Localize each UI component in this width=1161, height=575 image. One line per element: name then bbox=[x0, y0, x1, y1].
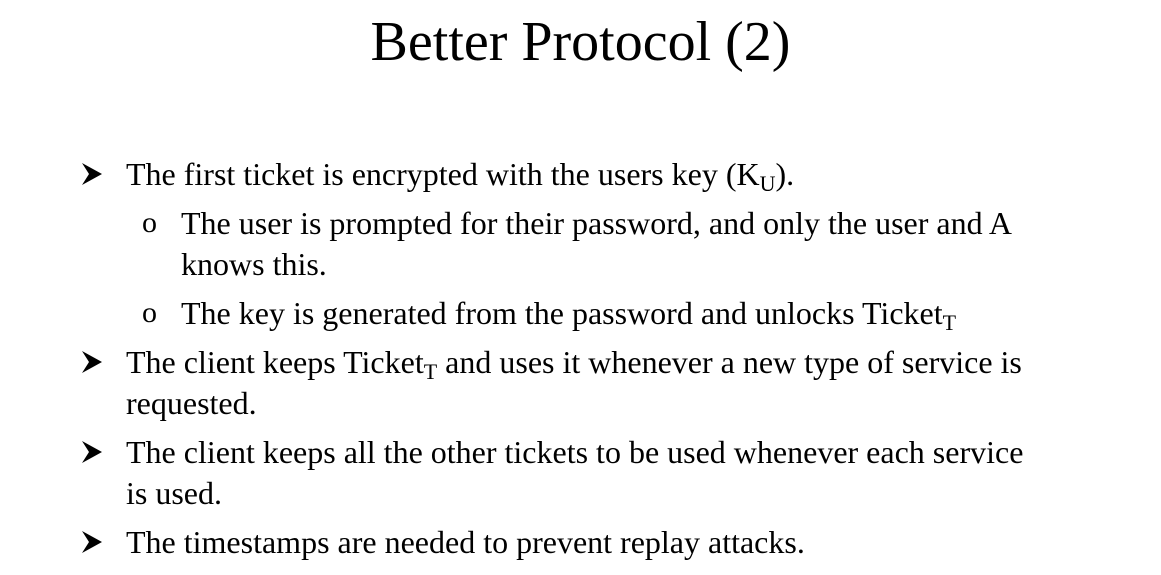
bullet-4: The timestamps are needed to prevent rep… bbox=[126, 524, 805, 560]
bullet-2-line-2: requested. bbox=[126, 385, 257, 421]
sub-bullet-2-text: The key is generated from the password a… bbox=[181, 295, 943, 331]
bullet-1-subscript: U bbox=[759, 171, 776, 196]
sub-bullet-2-subscript: T bbox=[942, 310, 957, 335]
bullet-2-text: The client keeps Ticket bbox=[126, 344, 424, 380]
sub-bullet-1-line-1: The user is prompted for their password,… bbox=[181, 205, 1012, 241]
slide-title: Better Protocol (2) bbox=[370, 11, 791, 73]
bullet-1-text: The first ticket is encrypted with the u… bbox=[126, 156, 760, 192]
bullet-1-text-end: ). bbox=[775, 156, 795, 192]
bullet-3-line-2: is used. bbox=[126, 475, 222, 511]
bullet-1: The first ticket is encrypted with the u… bbox=[126, 154, 795, 196]
bullet-2-text-end: and uses it whenever a new type of servi… bbox=[437, 344, 1022, 380]
circle-bullet-icon: o bbox=[142, 296, 157, 329]
sub-bullet-2: The key is generated from the password a… bbox=[181, 293, 957, 335]
arrow-bullet-icon bbox=[80, 342, 110, 382]
circle-bullet-icon: o bbox=[142, 206, 157, 239]
sub-bullet-1-line-2: knows this. bbox=[181, 246, 327, 282]
arrow-bullet-icon bbox=[80, 432, 110, 472]
bullet-2-line-1: The client keeps TicketT and uses it whe… bbox=[126, 342, 1022, 384]
arrow-bullet-icon bbox=[80, 522, 110, 562]
arrow-bullet-icon bbox=[80, 154, 110, 194]
bullet-3-line-1: The client keeps all the other tickets t… bbox=[126, 434, 1024, 470]
bullet-2-subscript: T bbox=[423, 359, 438, 384]
